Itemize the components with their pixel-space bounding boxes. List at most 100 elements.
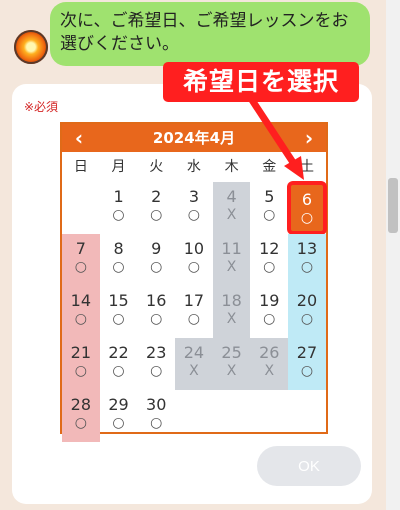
available-circle-icon: ○ bbox=[112, 415, 125, 431]
calendar-day-cell: 24 X bbox=[175, 338, 213, 390]
calendar-day-cell[interactable]: 5 ○ bbox=[250, 182, 288, 234]
calendar-empty-cell bbox=[62, 182, 100, 234]
calendar-day-cell[interactable]: 8 ○ bbox=[100, 234, 138, 286]
calendar-day-cell: 11 X bbox=[212, 234, 251, 286]
calendar-empty-cell bbox=[288, 390, 326, 442]
scrollbar[interactable] bbox=[386, 0, 400, 510]
calendar-day-number: 16 bbox=[146, 291, 167, 310]
weekday-thu: 木 bbox=[224, 159, 239, 175]
calendar-day-cell[interactable]: 13 ○ bbox=[288, 234, 326, 286]
scrollbar-thumb[interactable] bbox=[388, 178, 398, 233]
calendar-day-cell[interactable]: 29 ○ bbox=[100, 390, 138, 442]
calendar-day-number: 10 bbox=[183, 239, 205, 258]
calendar-day-number: 29 bbox=[108, 395, 129, 414]
calendar-day-cell[interactable]: 7 ○ bbox=[62, 234, 100, 286]
unavailable-x-icon: X bbox=[226, 363, 237, 379]
available-circle-icon: ○ bbox=[187, 311, 201, 327]
available-circle-icon: ○ bbox=[263, 259, 276, 275]
calendar-day-number: 21 bbox=[70, 343, 92, 362]
available-circle-icon: ○ bbox=[112, 259, 125, 275]
ok-button[interactable]: OK bbox=[257, 446, 361, 486]
calendar-day-cell[interactable]: 2 ○ bbox=[137, 182, 175, 234]
calendar-day-number: 12 bbox=[259, 239, 280, 258]
available-circle-icon: ○ bbox=[150, 259, 163, 275]
calendar-day-number: 20 bbox=[296, 291, 318, 310]
weekday-mon: 月 bbox=[111, 159, 126, 175]
weekday-fri: 金 bbox=[262, 159, 277, 175]
calendar-day-number: 7 bbox=[75, 239, 86, 258]
calendar-week-row: 28 ○ 29 ○ 30 ○ bbox=[62, 390, 326, 442]
calendar-week-row: 21 ○ 22 ○ 23 ○ 24 X 25 X 26 X 27 ○ bbox=[62, 338, 326, 390]
calendar-day-cell[interactable]: 14 ○ bbox=[62, 286, 100, 338]
select-date-callout: 希望日を選択 bbox=[163, 62, 359, 102]
available-circle-icon: ○ bbox=[74, 415, 87, 431]
calendar-day-number: 1 bbox=[113, 187, 124, 206]
unavailable-x-icon: X bbox=[226, 259, 237, 275]
next-month-icon[interactable]: › bbox=[294, 124, 324, 152]
bot-avatar bbox=[14, 30, 48, 64]
calendar-empty-cell bbox=[175, 390, 213, 442]
calendar-day-number: 6 bbox=[301, 190, 313, 209]
available-circle-icon: ○ bbox=[187, 207, 201, 223]
calendar: ‹ 2024年4月 › 日 月 火 水 木 金 土 1 ○ 2 ○ 3 ○ 4 X 5 ○ 6 ○ 7 ○… bbox=[60, 122, 328, 442]
weekday-sat: 土 bbox=[299, 159, 314, 175]
calendar-day-number: 9 bbox=[151, 239, 162, 258]
calendar-day-number bbox=[213, 390, 251, 396]
calendar-day-cell[interactable]: 15 ○ bbox=[100, 286, 138, 338]
calendar-week-row: 14 ○ 15 ○ 16 ○ 17 ○ 18 X 19 ○ 20 ○ bbox=[62, 286, 326, 338]
calendar-day-cell[interactable]: 16 ○ bbox=[137, 286, 175, 338]
calendar-day-cell[interactable]: 30 ○ bbox=[137, 390, 175, 442]
calendar-day-number: 5 bbox=[264, 187, 275, 206]
calendar-day-cell[interactable]: 21 ○ bbox=[62, 338, 100, 390]
calendar-day-number: 3 bbox=[188, 187, 199, 206]
available-circle-icon: ○ bbox=[150, 415, 163, 431]
calendar-day-number: 11 bbox=[221, 239, 242, 258]
calendar-day-cell[interactable]: 12 ○ bbox=[250, 234, 288, 286]
calendar-day-number bbox=[288, 390, 326, 396]
available-circle-icon: ○ bbox=[300, 259, 314, 275]
available-circle-icon: ○ bbox=[74, 259, 87, 275]
unavailable-x-icon: X bbox=[264, 363, 275, 379]
calendar-day-cell[interactable]: 9 ○ bbox=[137, 234, 175, 286]
calendar-grid: 日 月 火 水 木 金 土 1 ○ 2 ○ 3 ○ 4 X 5 ○ 6 ○ 7 ○ 8 ○ 9 ○ 10 ○ 11 X 12… bbox=[62, 152, 326, 442]
weekday-sun: 日 bbox=[73, 159, 88, 175]
available-circle-icon: ○ bbox=[150, 207, 163, 223]
calendar-day-cell: 25 X bbox=[212, 338, 251, 390]
available-circle-icon: ○ bbox=[300, 311, 314, 327]
unavailable-x-icon: X bbox=[189, 363, 199, 379]
calendar-day-cell[interactable]: 23 ○ bbox=[137, 338, 175, 390]
calendar-day-number: 26 bbox=[259, 343, 280, 362]
chat-message-bubble: 次に、ご希望日、ご希望レッスンをお選びください。 bbox=[50, 2, 370, 66]
calendar-day-cell[interactable]: 28 ○ bbox=[62, 390, 100, 442]
unavailable-x-icon: X bbox=[226, 311, 237, 327]
calendar-day-cell[interactable]: 3 ○ bbox=[175, 182, 213, 234]
calendar-week-row: 1 ○ 2 ○ 3 ○ 4 X 5 ○ 6 ○ bbox=[62, 182, 326, 234]
available-circle-icon: ○ bbox=[263, 207, 276, 223]
available-circle-icon: ○ bbox=[112, 311, 125, 327]
available-circle-icon: ○ bbox=[74, 363, 87, 379]
calendar-day-number: 2 bbox=[151, 187, 162, 206]
weekday-wed: 水 bbox=[186, 159, 201, 175]
calendar-day-cell[interactable]: 22 ○ bbox=[100, 338, 138, 390]
calendar-day-cell[interactable]: 10 ○ bbox=[175, 234, 213, 286]
weekday-tue: 火 bbox=[149, 159, 164, 175]
calendar-day-number: 8 bbox=[113, 239, 124, 258]
calendar-day-cell: 4X bbox=[212, 182, 251, 234]
calendar-day-cell[interactable]: 6 ○ bbox=[288, 182, 326, 234]
calendar-day-number: 30 bbox=[146, 395, 167, 414]
calendar-week-row: 7 ○ 8 ○ 9 ○ 10 ○ 11 X 12 ○ 13 ○ bbox=[62, 234, 326, 286]
calendar-day-cell: 26 X bbox=[250, 338, 289, 390]
calendar-day-cell[interactable]: 1 ○ bbox=[100, 182, 138, 234]
calendar-day-number: 13 bbox=[296, 239, 318, 258]
calendar-day-cell[interactable]: 17 ○ bbox=[175, 286, 213, 338]
calendar-day-number: 24 bbox=[183, 343, 205, 362]
calendar-day-cell[interactable]: 27 ○ bbox=[288, 338, 326, 390]
available-circle-icon: ○ bbox=[112, 207, 125, 223]
calendar-day-number bbox=[175, 390, 213, 396]
weekday-header-row: 日 月 火 水 木 金 土 bbox=[62, 152, 326, 182]
calendar-day-cell[interactable]: 20 ○ bbox=[288, 286, 326, 338]
calendar-day-number bbox=[62, 182, 100, 188]
calendar-day-number: 14 bbox=[70, 291, 92, 310]
calendar-day-cell[interactable]: 19 ○ bbox=[250, 286, 288, 338]
calendar-weeks: 1 ○ 2 ○ 3 ○ 4 X 5 ○ 6 ○ 7 ○ 8 ○ 9 ○ 10 ○ 11 X 12 ○ 13 ○ 14 ○ 15 ○ 16 ○ 1… bbox=[62, 182, 326, 442]
